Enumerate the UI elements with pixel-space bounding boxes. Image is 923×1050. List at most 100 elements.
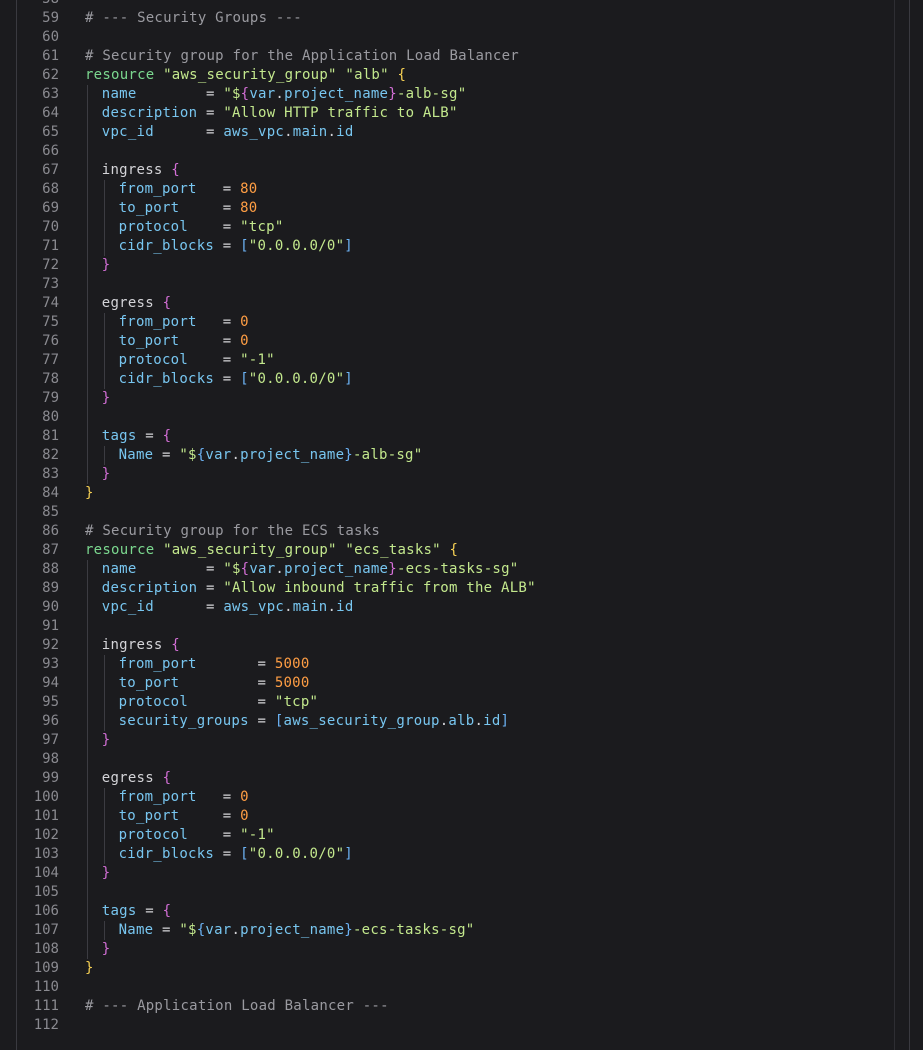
code-line[interactable]: 70 protocol = "tcp" bbox=[17, 218, 909, 237]
code-line[interactable]: 98 bbox=[17, 750, 909, 769]
code-token: { bbox=[171, 637, 180, 653]
code-line[interactable]: 76 to_port = 0 bbox=[17, 332, 909, 351]
code-line[interactable]: 85 bbox=[17, 503, 909, 522]
code-token: "Allow HTTP traffic to ALB" bbox=[223, 105, 458, 121]
code-line[interactable]: 72} bbox=[17, 256, 909, 275]
code-line[interactable]: 84} bbox=[17, 484, 909, 503]
code-line[interactable]: 78 cidr_blocks = ["0.0.0.0/0"] bbox=[17, 370, 909, 389]
code-line[interactable]: 60 bbox=[17, 28, 909, 47]
code-token: -alb-sg" bbox=[352, 447, 423, 463]
indent-guide bbox=[87, 446, 88, 465]
code-line[interactable]: 64 description = "Allow HTTP traffic to A… bbox=[17, 104, 909, 123]
indent-guide bbox=[87, 807, 88, 826]
code-token: = bbox=[197, 105, 224, 121]
code-line[interactable]: 97} bbox=[17, 731, 909, 750]
code-line[interactable]: 75 from_port = 0 bbox=[17, 313, 909, 332]
code-line[interactable]: 110 bbox=[17, 978, 909, 997]
code-line[interactable]: 88 name = "${var.project_name}-ecs-tasks-… bbox=[17, 560, 909, 579]
code-line[interactable]: 59 # --- Security Groups --- bbox=[17, 9, 909, 28]
code-line[interactable]: 82 Name = "${var.project_name}-alb-sg" bbox=[17, 446, 909, 465]
code-line[interactable]: 83} bbox=[17, 465, 909, 484]
code-token: } bbox=[388, 86, 397, 102]
code-line[interactable]: 62 resource "aws_security_group" "alb" { bbox=[17, 66, 909, 85]
code-token: -ecs-tasks-sg" bbox=[352, 922, 475, 938]
code-token: cidr_blocks bbox=[118, 238, 215, 254]
code-line[interactable]: 74 egress { bbox=[17, 294, 909, 313]
code-line[interactable]: 106 tags = { bbox=[17, 902, 909, 921]
code-token: name bbox=[101, 561, 137, 577]
line-number: 92 bbox=[42, 637, 59, 653]
line-number: 110 bbox=[33, 979, 59, 995]
code-line[interactable]: 108} bbox=[17, 940, 909, 959]
code-line[interactable]: 92 ingress { bbox=[17, 636, 909, 655]
code-line[interactable]: 102 protocol = "-1" bbox=[17, 826, 909, 845]
code-line[interactable]: 101 to_port = 0 bbox=[17, 807, 909, 826]
code-token: from_port bbox=[118, 181, 197, 197]
code-line[interactable]: 90 vpc_id = aws_vpc.main.id bbox=[17, 598, 909, 617]
code-line[interactable]: 94 to_port = 5000 bbox=[17, 674, 909, 693]
code-token: project_name bbox=[240, 447, 345, 463]
code-line[interactable]: 95 protocol = "tcp" bbox=[17, 693, 909, 712]
line-number: 97 bbox=[42, 732, 59, 748]
code-line[interactable]: 91 bbox=[17, 617, 909, 636]
code-line[interactable]: 67 ingress { bbox=[17, 161, 909, 180]
code-token: "$ bbox=[179, 447, 197, 463]
line-number: 76 bbox=[42, 333, 59, 349]
code-line[interactable]: 104} bbox=[17, 864, 909, 883]
code-line[interactable]: 63 name = "${var.project_name}-alb-sg" bbox=[17, 85, 909, 104]
code-token: aws_vpc bbox=[223, 124, 285, 140]
code-line[interactable]: 100 from_port = 0 bbox=[17, 788, 909, 807]
code-token: = bbox=[196, 656, 275, 672]
code-token: to_port bbox=[118, 333, 180, 349]
code-line[interactable]: 99 egress { bbox=[17, 769, 909, 788]
code-line[interactable]: 93 from_port = 5000 bbox=[17, 655, 909, 674]
code-line[interactable]: 71 cidr_blocks = ["0.0.0.0/0"] bbox=[17, 237, 909, 256]
line-number: 71 bbox=[42, 238, 59, 254]
code-text: name = "${var.project_name}-ecs-tasks-sg… bbox=[102, 560, 519, 579]
code-token: . bbox=[275, 561, 285, 577]
line-number: 104 bbox=[33, 865, 59, 881]
line-number: 100 bbox=[33, 789, 59, 805]
line-number: 112 bbox=[33, 1017, 59, 1033]
code-line[interactable]: 86 # Security group for the ECS tasks bbox=[17, 522, 909, 541]
code-token: "ecs_tasks" bbox=[345, 542, 441, 558]
code-token: = bbox=[188, 694, 275, 710]
code-line[interactable]: 65 vpc_id = aws_vpc.main.id bbox=[17, 123, 909, 142]
code-line[interactable]: 66 bbox=[17, 142, 909, 161]
code-token: = bbox=[214, 846, 241, 862]
code-line[interactable]: 61 # Security group for the Application L… bbox=[17, 47, 909, 66]
code-line[interactable]: 81 tags = { bbox=[17, 427, 909, 446]
code-line[interactable]: 112 bbox=[17, 1016, 909, 1035]
indent-guide bbox=[103, 351, 105, 370]
line-number: 101 bbox=[33, 808, 59, 824]
code-line[interactable]: 105 bbox=[17, 883, 909, 902]
code-text: protocol = "-1" bbox=[119, 351, 275, 370]
code-text: cidr_blocks = ["0.0.0.0/0"] bbox=[119, 370, 353, 389]
indent-guide bbox=[87, 275, 88, 294]
line-number: 79 bbox=[42, 390, 59, 406]
code-line[interactable]: 87 resource "aws_security_group" "ecs_tas… bbox=[17, 541, 909, 560]
code-line[interactable]: 103 cidr_blocks = ["0.0.0.0/0"] bbox=[17, 845, 909, 864]
code-text: to_port = 0 bbox=[119, 807, 249, 826]
code-line[interactable]: 107 Name = "${var.project_name}-ecs-tasks… bbox=[17, 921, 909, 940]
code-token: aws_vpc bbox=[223, 599, 285, 615]
code-token: egress bbox=[101, 770, 154, 786]
code-line[interactable]: 77 protocol = "-1" bbox=[17, 351, 909, 370]
code-line[interactable]: 111 # --- Application Load Balancer --- bbox=[17, 997, 909, 1016]
code-line[interactable]: 80 bbox=[17, 408, 909, 427]
code-line[interactable]: 58 bbox=[17, 0, 909, 9]
code-line[interactable]: 73 bbox=[17, 275, 909, 294]
code-editor[interactable]: 5859 # --- Security Groups --- 60 61 # Secur… bbox=[16, 0, 910, 1050]
code-token: = bbox=[197, 580, 224, 596]
code-line[interactable]: 89 description = "Allow inbound traffic f… bbox=[17, 579, 909, 598]
line-number: 66 bbox=[42, 143, 59, 159]
code-text: # --- Security Groups --- bbox=[85, 9, 302, 28]
code-line[interactable]: 68 from_port = 80 bbox=[17, 180, 909, 199]
code-line[interactable]: 69 to_port = 80 bbox=[17, 199, 909, 218]
code-line[interactable]: 79} bbox=[17, 389, 909, 408]
code-line[interactable]: 109} bbox=[17, 959, 909, 978]
code-line[interactable]: 96 security_groups = [aws_security_group.… bbox=[17, 712, 909, 731]
scrollbar-track[interactable] bbox=[894, 0, 895, 1050]
code-token: 0 bbox=[240, 789, 249, 805]
